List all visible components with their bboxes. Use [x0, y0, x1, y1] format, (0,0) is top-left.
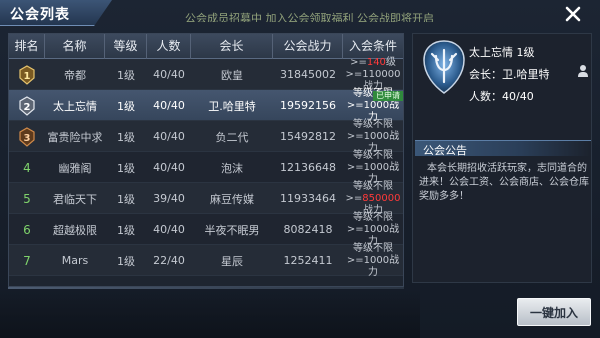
- close-icon: [565, 6, 581, 22]
- guild-level: 1级: [117, 99, 135, 113]
- rank-number: 4: [23, 160, 31, 175]
- guild-leader: 卫.哈里特: [208, 99, 256, 113]
- notice-text: 本会长期招收活跃玩家，志同道合的进来！公会工资、公会商店、公会仓库奖励多多！: [419, 163, 589, 202]
- table-row[interactable]: 4 幽雅阁 1级 40/40 泡沫 12136648 等级不限 >=1000战力: [9, 149, 403, 185]
- applied-tag: 已申请: [373, 91, 403, 101]
- view-leader-icon[interactable]: [577, 64, 589, 78]
- rank-number: 5: [23, 191, 31, 206]
- table-row[interactable]: 6 超越极限 1级 40/40 半夜不眠男 8082418 等级不限 >=100…: [9, 211, 403, 247]
- join-condition: 等级不限 >=850000战力: [345, 180, 401, 216]
- guild-power: 15492812: [280, 130, 336, 143]
- guild-name: 富贵险中求: [47, 130, 103, 144]
- guild-emblem-icon: [423, 40, 465, 94]
- guild-members: 40/40: [153, 130, 185, 143]
- guild-power: 8082418: [283, 223, 333, 236]
- guild-table: 排名 名称 等级 人数 会长 公会战力 入会条件 1 帝都 1级 40/40 欧…: [8, 33, 404, 287]
- header-rank: 排名: [9, 34, 45, 59]
- table-row-selected[interactable]: 2 太上忘情 1级 40/40 卫.哈里特 19592156 等级不限 >=10…: [9, 88, 403, 123]
- guild-power: 19592156: [280, 99, 336, 112]
- rank-number: 6: [23, 222, 31, 237]
- rank-1-badge-icon: 1: [19, 64, 35, 85]
- guild-level: 1级: [117, 192, 135, 206]
- join-condition: 等级不限 >=1000战力: [346, 118, 400, 154]
- guild-name: 超越极限: [53, 223, 97, 237]
- guild-members: 40/40: [153, 68, 185, 81]
- one-click-join-button[interactable]: 一键加入: [517, 298, 591, 326]
- table-row[interactable]: 3 富贵险中求 1级 40/40 负二代 15492812 等级不限 >=100…: [9, 118, 403, 154]
- selected-guild-members: 人数：40/40: [469, 90, 534, 103]
- guild-level: 1级: [117, 254, 135, 268]
- guild-leader: 负二代: [215, 130, 249, 144]
- svg-text:2: 2: [24, 102, 31, 113]
- guild-level: 1级: [117, 223, 135, 237]
- guild-info-panel: 太上忘情 1级 会长：卫.哈里特 人数：40/40 公会公告 本会长期招收活跃玩…: [412, 33, 592, 283]
- join-condition: >=140级 >=110000战力: [345, 56, 401, 92]
- guild-leader: 泡沫: [221, 161, 243, 175]
- guild-name: Mars: [61, 254, 89, 267]
- join-condition: 等级不限 >=1000战力: [346, 211, 400, 247]
- guild-members: 22/40: [153, 254, 185, 267]
- guild-name: 帝都: [64, 68, 86, 82]
- table-row[interactable]: 5 君临天下 1级 39/40 麻豆传媒 11933464 等级不限 >=850…: [9, 180, 403, 216]
- svg-text:3: 3: [24, 133, 31, 144]
- header-leader: 会长: [191, 34, 273, 59]
- notice-title: 公会公告: [423, 144, 467, 157]
- rank-2-badge-icon: 2: [19, 95, 35, 116]
- join-condition: 等级不限 >=1000战力: [346, 242, 400, 278]
- selected-guild-leader: 会长：卫.哈里特: [469, 68, 550, 81]
- table-header: 排名 名称 等级 人数 会长 公会战力 入会条件: [9, 34, 403, 59]
- svg-text:1: 1: [24, 71, 31, 82]
- header-members: 人数: [147, 34, 191, 59]
- guild-members: 40/40: [153, 99, 185, 112]
- guild-name: 君临天下: [53, 192, 97, 206]
- window-title: 公会列表: [10, 7, 70, 23]
- bottom-shade: [0, 290, 420, 338]
- guild-level: 1级: [117, 130, 135, 144]
- guild-leader: 麻豆传媒: [210, 192, 254, 206]
- header-name: 名称: [45, 34, 105, 59]
- header-level: 等级: [105, 34, 147, 59]
- guild-members: 40/40: [153, 161, 185, 174]
- scrolling-announcement: 公会成员招募中 加入公会领取福利 公会战即将开启: [185, 12, 434, 22]
- guild-list-window: 公会列表 公会成员招募中 加入公会领取福利 公会战即将开启 排名 名称 等级 人…: [0, 0, 600, 338]
- guild-name: 太上忘情: [53, 99, 97, 113]
- guild-name: 幽雅阁: [58, 161, 92, 175]
- header-power: 公会战力: [273, 34, 343, 59]
- guild-leader: 欧皇: [221, 68, 243, 82]
- header-condition: 入会条件: [348, 39, 397, 53]
- rank-badge-gold: 1: [9, 59, 45, 90]
- rank-badge-bronze: 3: [9, 121, 45, 152]
- guild-power: 11933464: [280, 192, 336, 205]
- rank-number: 7: [23, 253, 31, 268]
- guild-level: 1级: [117, 68, 135, 82]
- guild-power: 1252411: [283, 254, 333, 267]
- guild-members: 40/40: [153, 223, 185, 236]
- guild-leader: 星辰: [221, 254, 243, 268]
- guild-level: 1级: [117, 161, 135, 175]
- guild-power: 12136648: [280, 161, 336, 174]
- join-condition: 等级不限 >=1000战力: [346, 149, 400, 185]
- rank-badge-silver: 2: [9, 90, 45, 121]
- table-bottom-divider: [8, 287, 404, 289]
- guild-leader: 半夜不眠男: [204, 223, 260, 237]
- selected-guild-name: 太上忘情 1级: [469, 46, 535, 59]
- guild-power: 31845002: [280, 68, 336, 81]
- rank-3-badge-icon: 3: [19, 126, 35, 147]
- table-row[interactable]: 7 Mars 1级 22/40 星辰 1252411 等级不限 >=1000战力: [9, 242, 403, 278]
- table-row[interactable]: 1 帝都 1级 40/40 欧皇 31845002 >=140级 >=11000…: [9, 56, 403, 92]
- guild-members: 39/40: [153, 192, 185, 205]
- close-button[interactable]: [560, 2, 586, 26]
- notice-header: 公会公告: [415, 140, 591, 157]
